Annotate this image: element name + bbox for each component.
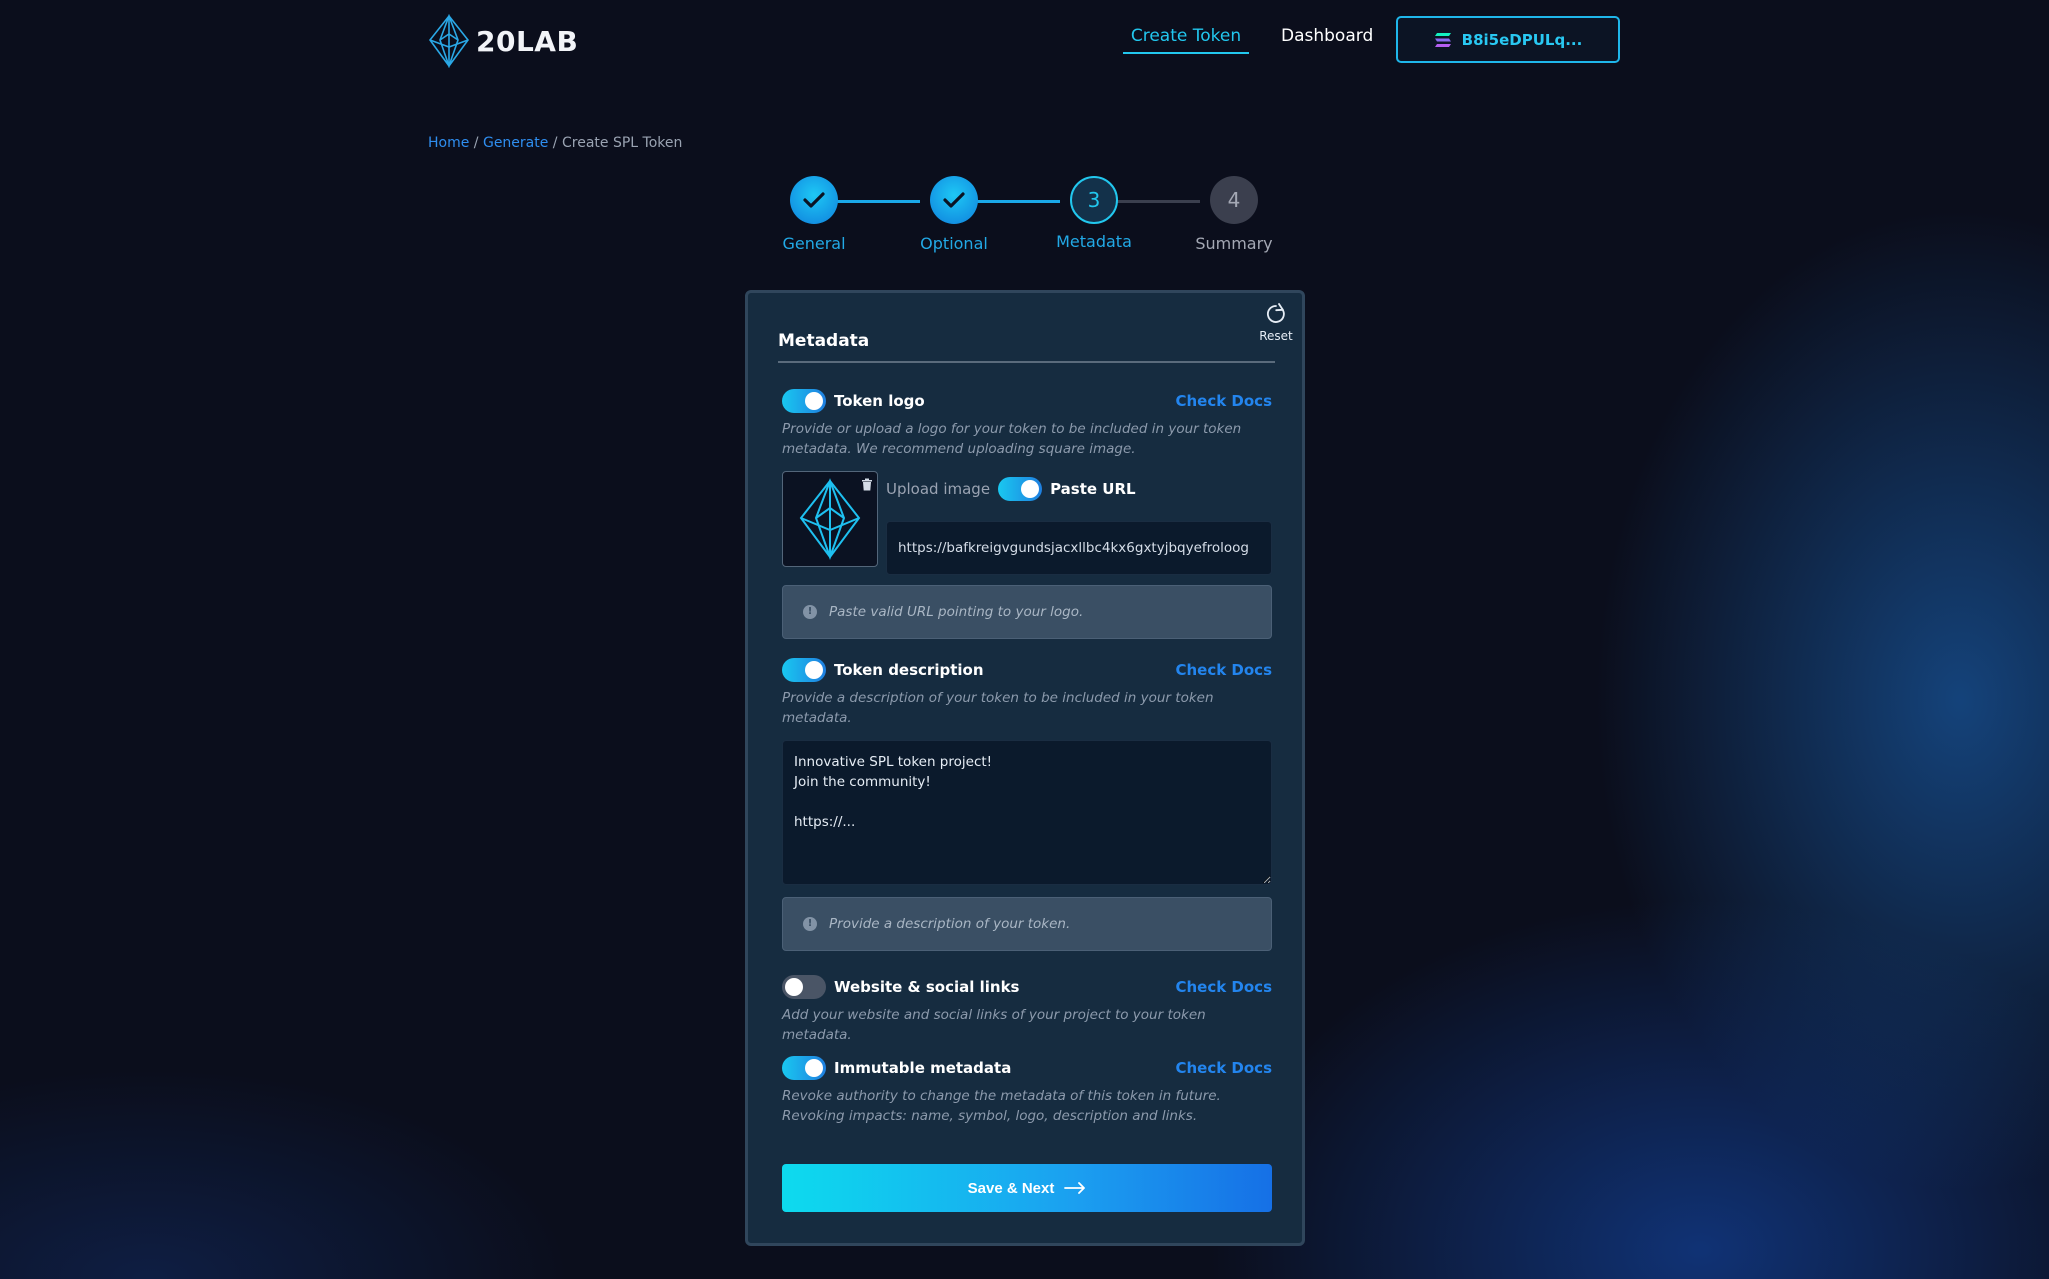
check-docs-link[interactable]: Check Docs (1175, 1059, 1272, 1077)
nav-dashboard[interactable]: Dashboard (1281, 26, 1373, 46)
step-label: Metadata (1056, 232, 1132, 251)
social-links-toggle[interactable] (782, 975, 826, 999)
progress-stepper: General Optional 3 Metadata 4 Summary (780, 176, 1280, 256)
brand-logo[interactable]: 20LAB (428, 14, 578, 68)
save-label: Save & Next (967, 1179, 1055, 1197)
logo-url-input[interactable] (886, 521, 1272, 575)
section-title: Website & social links (834, 978, 1020, 996)
hint-text: Provide a description of your token. (829, 916, 1071, 932)
save-next-button[interactable]: Save & Next (782, 1164, 1272, 1212)
metadata-card: Metadata Reset Token logo Check Docs Pro… (745, 290, 1305, 1246)
token-logo-section: Token logo Check Docs Provide or upload … (782, 389, 1272, 639)
arrow-right-icon (1064, 1182, 1086, 1194)
immutable-metadata-section: Immutable metadata Check Docs Revoke aut… (782, 1056, 1272, 1126)
check-icon (943, 192, 965, 208)
step-label: Optional (920, 234, 988, 253)
info-icon: ! (803, 917, 817, 931)
token-description-section: Token description Check Docs Provide a d… (782, 658, 1272, 951)
breadcrumb: Home / Generate / Create SPL Token (428, 135, 682, 151)
section-description: Provide or upload a logo for your token … (782, 421, 1242, 457)
section-description: Add your website and social links of you… (782, 1007, 1206, 1043)
step-optional[interactable]: Optional (884, 176, 1024, 253)
card-title: Metadata (778, 331, 870, 351)
token-description-toggle[interactable] (782, 658, 826, 682)
breadcrumb-home[interactable]: Home (428, 135, 469, 151)
check-docs-link[interactable]: Check Docs (1175, 392, 1272, 410)
paste-url-label: Paste URL (1050, 480, 1136, 498)
delete-logo-button[interactable] (861, 476, 873, 495)
diamond-logo-icon (428, 14, 470, 68)
paste-url-toggle[interactable] (998, 477, 1043, 501)
breadcrumb-generate[interactable]: Generate (483, 135, 548, 151)
logo-preview (782, 471, 878, 567)
solana-icon (1434, 32, 1451, 47)
wallet-address: B8i5eDPULq... (1461, 30, 1583, 49)
social-links-section: Website & social links Check Docs Add yo… (782, 975, 1272, 1045)
step-general[interactable]: General (744, 176, 884, 253)
step-complete-indicator (930, 176, 978, 224)
breadcrumb-current: Create SPL Token (561, 135, 683, 151)
info-icon: ! (803, 605, 817, 619)
upload-image-label[interactable]: Upload image (886, 480, 990, 498)
step-complete-indicator (790, 176, 838, 224)
step-metadata[interactable]: 3 Metadata (1024, 176, 1164, 251)
step-label: General (782, 234, 846, 253)
trash-icon (862, 478, 872, 491)
nav-create-token[interactable]: Create Token (1123, 26, 1249, 54)
check-icon (803, 192, 825, 208)
section-title: Token description (834, 661, 984, 679)
step-number: 3 (1070, 176, 1118, 224)
check-docs-link[interactable]: Check Docs (1175, 978, 1272, 996)
title-divider (778, 361, 1275, 363)
logo-hint: ! Paste valid URL pointing to your logo. (782, 585, 1272, 639)
reset-icon (1267, 303, 1285, 323)
wallet-button[interactable]: B8i5eDPULq... (1396, 16, 1620, 63)
token-logo-image-icon (799, 478, 861, 560)
section-title: Token logo (834, 392, 925, 410)
reset-label: Reset (1259, 329, 1293, 343)
section-description: Provide a description of your token to b… (782, 690, 1214, 726)
reset-button[interactable]: Reset (1256, 303, 1296, 343)
description-textarea[interactable]: Innovative SPL token project! Join the c… (782, 740, 1272, 885)
immutable-metadata-toggle[interactable] (782, 1056, 826, 1080)
step-label: Summary (1195, 234, 1273, 253)
hint-text: Paste valid URL pointing to your logo. (829, 604, 1084, 620)
brand-name: 20LAB (476, 24, 579, 58)
section-title: Immutable metadata (834, 1059, 1012, 1077)
breadcrumb-separator: / (548, 135, 562, 151)
section-description: Revoke authority to change the metadata … (782, 1088, 1221, 1124)
breadcrumb-separator: / (469, 135, 483, 151)
step-number: 4 (1210, 176, 1258, 224)
check-docs-link[interactable]: Check Docs (1175, 661, 1272, 679)
step-summary[interactable]: 4 Summary (1164, 176, 1304, 253)
token-logo-toggle[interactable] (782, 389, 826, 413)
description-hint: ! Provide a description of your token. (782, 897, 1272, 951)
